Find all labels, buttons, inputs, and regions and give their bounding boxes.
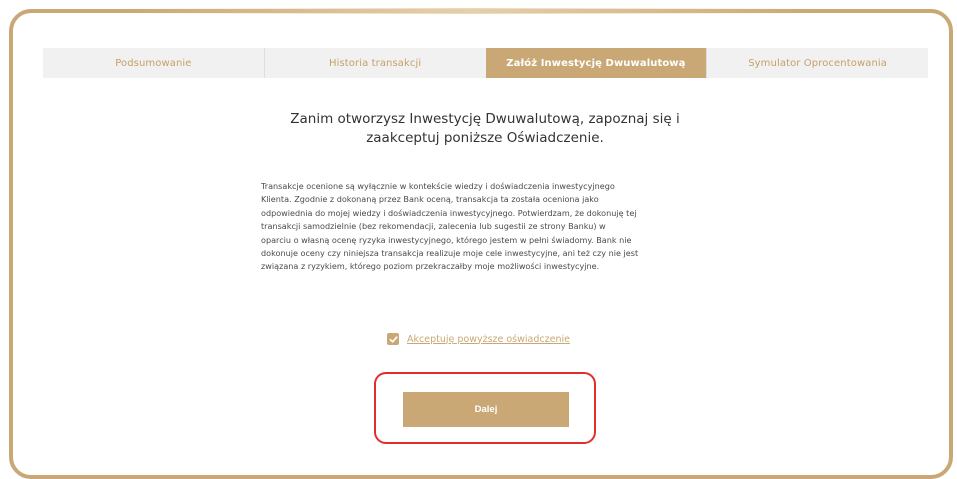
accept-statement-row: Akceptuję powyższe oświadczenie	[387, 333, 570, 345]
statement-line: Transakcje ocenione są wyłącznie w konte…	[261, 181, 615, 191]
statement-line: związana z ryzykiem, którego poziom prze…	[261, 261, 600, 272]
statement-line: dokonuje oceny czy niniejsza transakcja …	[261, 248, 639, 259]
tab-podsumowanie[interactable]: Podsumowanie	[43, 48, 264, 78]
tab-bar: Podsumowanie Historia transakcji Załóż I…	[43, 48, 928, 78]
frame-top-glow	[120, 8, 820, 14]
accept-statement-link[interactable]: Akceptuję powyższe oświadczenie	[407, 334, 570, 345]
statement-line: transakcji samodzielnie (bez rekomendacj…	[261, 221, 606, 232]
statement-line: odpowiednia do mojej wiedzy i doświadcze…	[261, 207, 637, 218]
tab-symulator-oprocentowania[interactable]: Symulator Oprocentowania	[706, 48, 928, 78]
accept-checkbox[interactable]	[387, 333, 399, 345]
statement-line: Klienta. Zgodnie z dokonaną przez Bank o…	[261, 194, 599, 205]
next-button[interactable]: Dalej	[403, 392, 569, 427]
checkmark-icon	[389, 335, 398, 343]
statement-line: oparciu o własną ocenę ryzyka inwestycyj…	[261, 234, 632, 245]
heading-line-2: zaakceptuj poniższe Oświadczenie.	[366, 130, 604, 146]
statement-text: Transakcje ocenione są wyłącznie w konte…	[261, 180, 713, 274]
page-heading: Zanim otworzysz Inwestycję Dwuwalutową, …	[250, 110, 720, 148]
tab-historia-transakcji[interactable]: Historia transakcji	[263, 48, 486, 78]
tab-zaloz-inwestycje[interactable]: Załóż Inwestycję Dwuwalutową	[485, 48, 707, 78]
heading-line-1: Zanim otworzysz Inwestycję Dwuwalutową, …	[290, 111, 680, 127]
